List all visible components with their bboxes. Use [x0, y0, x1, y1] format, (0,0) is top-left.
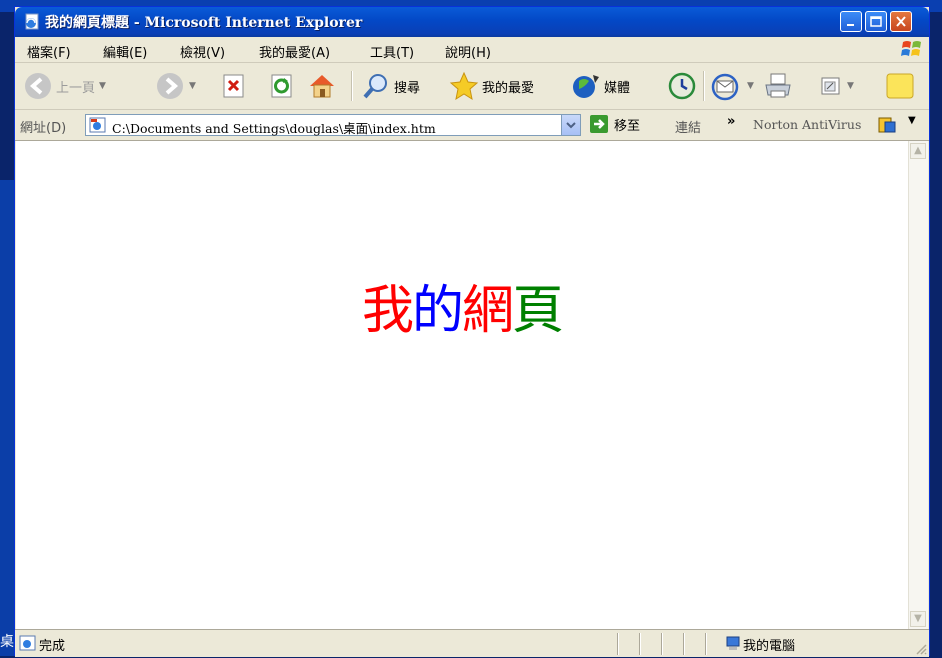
- norton-icon[interactable]: [877, 116, 897, 137]
- address-input[interactable]: C:\Documents and Settings\douglas\桌面\ind…: [85, 114, 581, 136]
- back-label: 上一頁: [56, 80, 96, 96]
- menu-bar: 檔案(F) 編輯(E) 檢視(V) 我的最愛(A) 工具(T) 說明(H): [15, 37, 929, 63]
- messenger-button[interactable]: [885, 69, 915, 103]
- ie-page-icon: [23, 13, 41, 31]
- favorites-star-icon: [449, 71, 479, 101]
- toolbar-separator: [351, 71, 353, 101]
- windows-logo-icon: [901, 39, 923, 59]
- heading-char-4: 頁: [512, 281, 564, 341]
- menu-favorites[interactable]: 我的最愛(A): [259, 42, 330, 61]
- home-icon: [310, 75, 334, 98]
- title-bar[interactable]: 我的網頁標題 - Microsoft Internet Explorer: [15, 7, 929, 37]
- status-bar: 完成 我的電腦: [15, 629, 929, 657]
- status-text: 完成: [39, 639, 66, 654]
- menu-file[interactable]: 檔案(F): [27, 42, 71, 61]
- home-button[interactable]: [307, 69, 337, 103]
- stop-icon: [223, 74, 244, 98]
- heading-char-3: 網: [462, 281, 514, 341]
- favorites-button[interactable]: 我的最愛: [449, 69, 534, 103]
- mail-button[interactable]: ▼: [711, 69, 754, 103]
- edit-page-icon: [821, 77, 840, 95]
- print-button[interactable]: [763, 69, 793, 103]
- status-divider: [683, 633, 685, 655]
- desktop-text-fragment: 桌: [0, 634, 14, 650]
- address-dropdown-button[interactable]: [561, 115, 580, 135]
- status-divider: [639, 633, 641, 655]
- history-icon: [668, 72, 696, 100]
- printer-icon: [765, 73, 791, 98]
- desktop-edge: [0, 180, 14, 656]
- back-arrow-icon: [25, 73, 51, 99]
- status-divider: [661, 633, 663, 655]
- forward-arrow-icon: [157, 73, 183, 99]
- vertical-scrollbar[interactable]: ▲ ▼: [908, 141, 928, 629]
- html-file-icon: [89, 117, 107, 136]
- links-label[interactable]: 連結: [675, 117, 701, 136]
- stop-button[interactable]: [221, 69, 247, 103]
- security-zone-text: 我的電腦: [743, 639, 796, 654]
- go-button[interactable]: 移至: [589, 114, 640, 134]
- media-icon: [573, 75, 599, 98]
- forward-button[interactable]: ▼: [155, 69, 196, 103]
- menu-help[interactable]: 說明(H): [445, 42, 491, 61]
- back-dropdown-icon[interactable]: ▼: [99, 81, 106, 91]
- go-label: 移至: [614, 118, 641, 134]
- address-value: C:\Documents and Settings\douglas\桌面\ind…: [112, 121, 436, 136]
- address-bar: 網址(D) C:\Documents and Settings\douglas\…: [15, 110, 929, 141]
- minimize-button[interactable]: [840, 11, 862, 32]
- close-button[interactable]: [890, 11, 912, 32]
- maximize-button[interactable]: [865, 11, 887, 32]
- search-icon: [363, 74, 387, 99]
- favorites-label: 我的最愛: [482, 80, 535, 96]
- ie-window: 我的網頁標題 - Microsoft Internet Explorer 檔案(…: [14, 6, 930, 657]
- menu-tools[interactable]: 工具(T): [370, 42, 414, 61]
- norton-antivirus-label[interactable]: Norton AntiVirus: [753, 117, 861, 132]
- mail-icon: [711, 73, 739, 101]
- forward-dropdown-icon[interactable]: ▼: [189, 81, 196, 91]
- heading-char-1: 我: [361, 281, 414, 341]
- status-divider: [705, 633, 707, 655]
- resize-grip-icon[interactable]: [915, 643, 927, 655]
- menu-edit[interactable]: 編輯(E): [103, 42, 147, 61]
- chevron-down-icon: [566, 122, 576, 129]
- norton-dropdown-icon[interactable]: ▼: [908, 115, 916, 126]
- window-title: 我的網頁標題 - Microsoft Internet Explorer: [45, 15, 363, 31]
- back-button[interactable]: 上一頁 ▼: [23, 69, 106, 103]
- page-done-icon: [19, 635, 37, 654]
- media-label: 媒體: [604, 80, 631, 96]
- page-heading: 我的網頁: [16, 268, 908, 343]
- status-divider: [617, 633, 619, 655]
- links-chevron-icon[interactable]: »: [727, 114, 735, 129]
- history-button[interactable]: [667, 69, 697, 103]
- address-label: 網址(D): [20, 121, 67, 136]
- page-content: 我的網頁: [16, 141, 908, 629]
- menu-view[interactable]: 檢視(V): [180, 42, 225, 61]
- edit-dropdown-icon[interactable]: ▼: [847, 81, 854, 91]
- scroll-down-button[interactable]: ▼: [910, 611, 926, 627]
- search-button[interactable]: 搜尋: [361, 69, 420, 103]
- go-arrow-icon: [590, 115, 608, 133]
- search-label: 搜尋: [394, 80, 421, 96]
- scroll-up-button[interactable]: ▲: [910, 143, 926, 159]
- media-button[interactable]: 媒體: [571, 69, 630, 103]
- heading-char-2: 的: [411, 281, 464, 341]
- refresh-button[interactable]: [269, 69, 295, 103]
- my-computer-icon: [725, 635, 741, 654]
- sticky-note-icon: [886, 73, 914, 99]
- toolbar-separator: [703, 71, 705, 101]
- refresh-icon: [271, 74, 292, 98]
- standard-toolbar: 上一頁 ▼ ▼ 搜尋 我的最愛 媒體 ▼ ▼: [15, 63, 929, 110]
- edit-button[interactable]: ▼: [819, 69, 854, 103]
- mail-dropdown-icon[interactable]: ▼: [747, 81, 754, 91]
